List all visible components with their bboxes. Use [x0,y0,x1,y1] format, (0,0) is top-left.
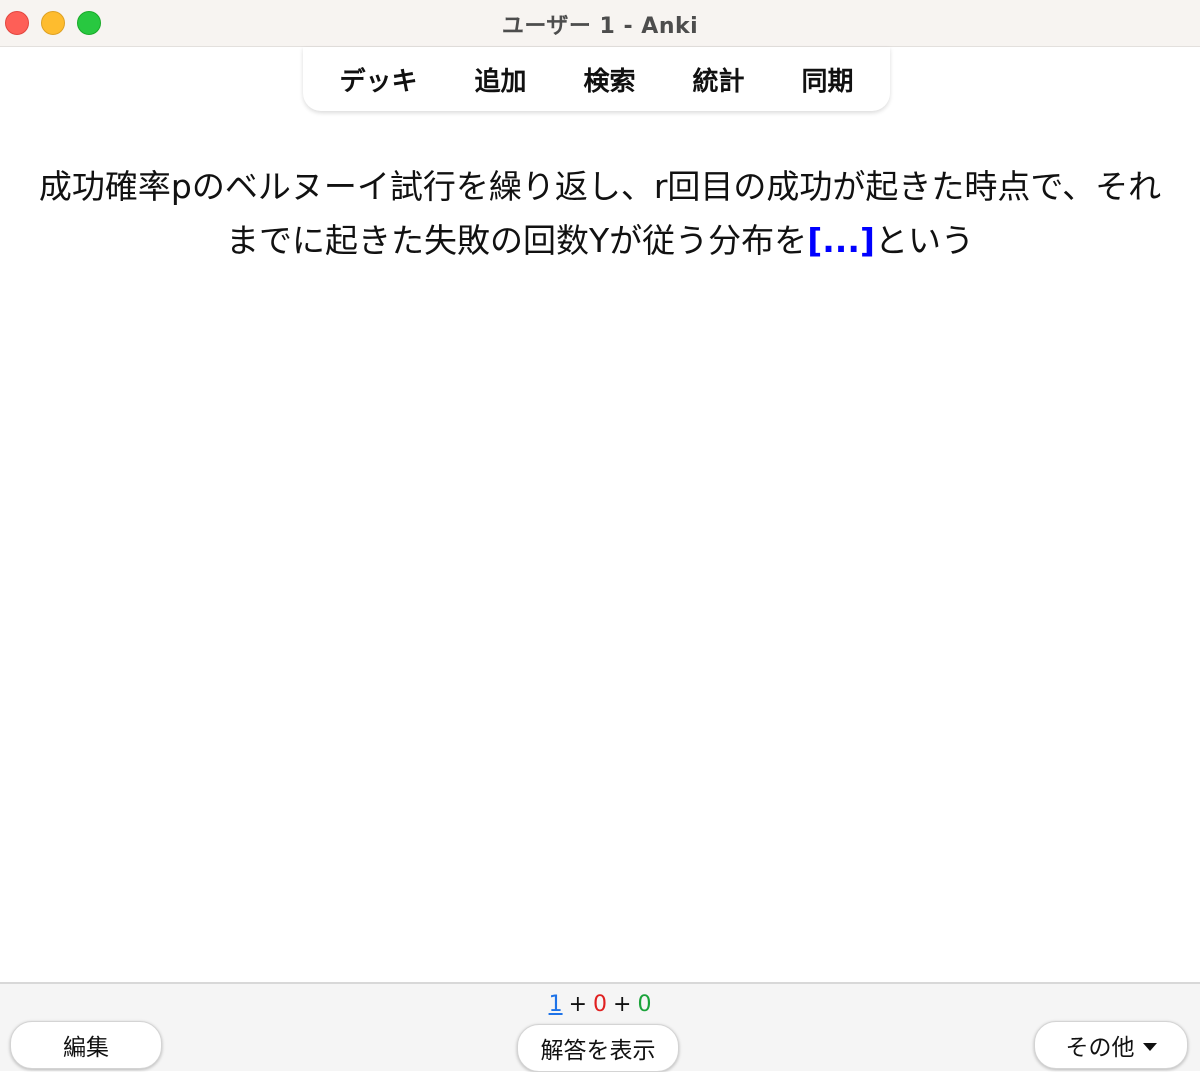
cloze-deletion: [...] [807,221,875,260]
main-toolbar: デッキ 追加 検索 統計 同期 [303,47,890,111]
toolbar-decks-link[interactable]: デッキ [325,55,431,104]
toolbar-sync-link[interactable]: 同期 [787,55,867,104]
toolbar-browse-link[interactable]: 検索 [569,55,649,104]
review-count: 0 [637,992,652,1017]
question-text-after: という [874,221,974,260]
count-separator: + [613,992,632,1017]
title-bar: ユーザー 1 - Anki [0,0,1200,47]
chevron-down-icon [1142,1043,1157,1051]
show-answer-button[interactable]: 解答を表示 [517,1024,679,1072]
more-button-label: その他 [1065,1035,1135,1061]
more-button[interactable]: その他 [1034,1021,1188,1069]
edit-button[interactable]: 編集 [10,1021,162,1069]
question-text-before: 成功確率pのベルヌーイ試行を繰り返し、r回目の成功が起きた時点で、それまでに起き… [38,167,1162,260]
edit-button-label: 編集 [63,1035,109,1061]
learning-count: 0 [593,992,607,1017]
count-separator: + [568,992,587,1017]
toolbar-stats-link[interactable]: 統計 [678,55,758,104]
show-answer-button-label: 解答を表示 [540,1038,656,1064]
due-counts: 1 +0 +0 [0,992,1200,1017]
window-title: ユーザー 1 - Anki [501,14,699,39]
review-bottom-bar: 1 +0 +0 編集 解答を表示 その他 [0,982,1200,1072]
card-question: 成功確率pのベルヌーイ試行を繰り返し、r回目の成功が起きた時点で、それまでに起き… [30,160,1170,268]
new-count: 1 [548,992,563,1017]
anki-window: ユーザー 1 - Anki デッキ 追加 検索 統計 同期 成功確率pのベルヌー… [0,0,1200,1072]
toolbar-add-link[interactable]: 追加 [460,55,540,104]
